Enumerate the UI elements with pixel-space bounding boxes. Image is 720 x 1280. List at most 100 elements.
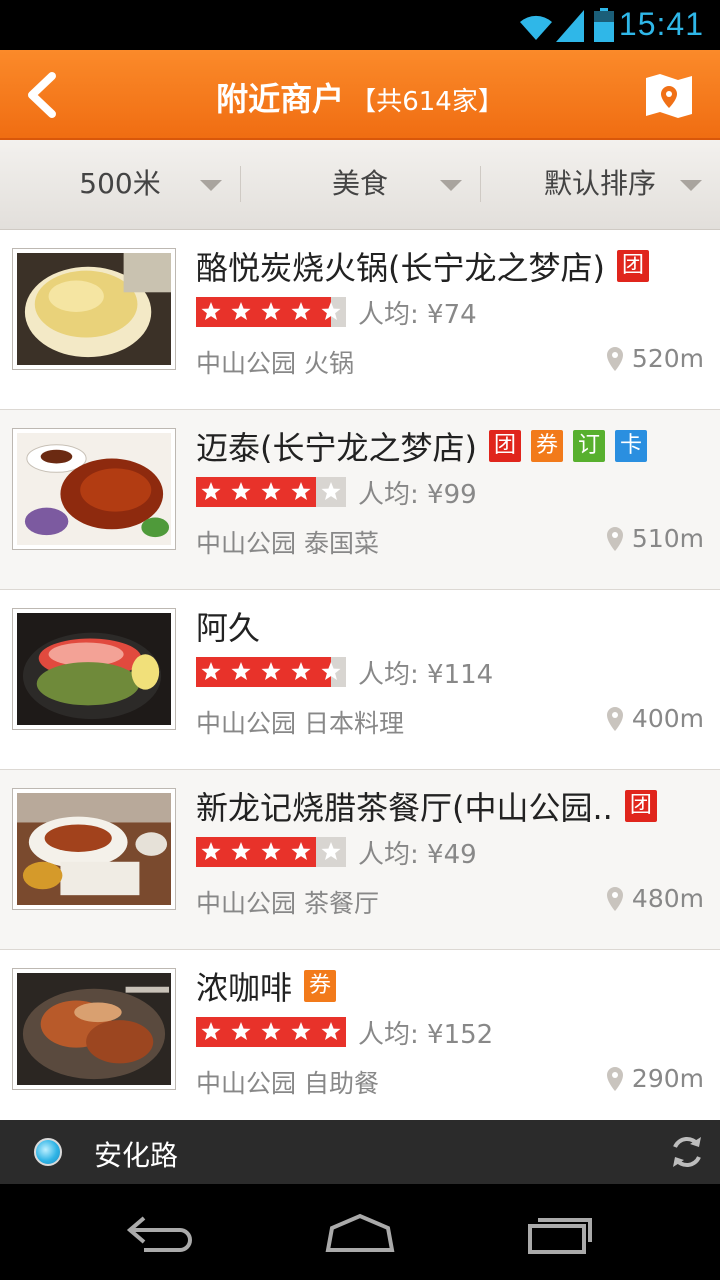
merchant-item[interactable]: 阿久 人均: ¥114 中山公园 日本料理 400m xyxy=(0,590,720,770)
merchant-thumbnail xyxy=(12,968,176,1090)
merchant-item[interactable]: 酪悦炭烧火锅(长宁龙之梦店) 团 人均: ¥74 中山公园 火锅 520m xyxy=(0,230,720,410)
merchant-area-category: 中山公园 火锅 xyxy=(196,349,354,378)
group-buy-badge: 团 xyxy=(616,250,649,282)
merchant-distance-text: 510m xyxy=(631,524,704,553)
filter-sort[interactable]: 默认排序 xyxy=(480,140,720,229)
merchant-name: 阿久 xyxy=(196,609,261,647)
filter-category[interactable]: 美食 xyxy=(240,140,480,229)
star-icon xyxy=(286,1017,316,1047)
rating-stars xyxy=(196,297,346,327)
merchant-distance: 520m xyxy=(606,344,704,373)
star-icon xyxy=(316,1017,346,1047)
rating-stars xyxy=(196,1017,346,1047)
star-icon xyxy=(316,837,346,867)
reservation-badge: 订 xyxy=(572,430,605,462)
star-icon xyxy=(226,297,256,327)
wifi-icon xyxy=(520,15,552,40)
merchant-distance-text: 290m xyxy=(631,1064,704,1093)
food-photo xyxy=(17,253,171,365)
page-title-text: 附近商户 xyxy=(216,80,345,118)
star-icon xyxy=(286,657,316,687)
merchant-name-row: 新龙记烧腊茶餐厅(中山公园.. 团 xyxy=(196,782,706,830)
star-icon xyxy=(196,297,226,327)
current-location-text: 安化路 xyxy=(94,1139,179,1172)
merchant-thumbnail xyxy=(12,788,176,910)
location-pin-icon xyxy=(606,346,623,371)
location-pin-icon xyxy=(606,886,623,911)
star-icon xyxy=(286,477,316,507)
star-icon xyxy=(286,297,316,327)
merchant-name-row: 阿久 xyxy=(196,602,706,650)
dropdown-arrow-icon xyxy=(680,180,702,191)
star-icon xyxy=(226,1017,256,1047)
star-icon xyxy=(256,837,286,867)
filter-distance-label: 500米 xyxy=(79,167,161,200)
average-price: 人均: ¥99 xyxy=(358,480,477,510)
star-icon xyxy=(316,297,346,327)
filter-sort-label: 默认排序 xyxy=(543,167,656,200)
page-title: 附近商户 【共614家】 xyxy=(0,74,720,120)
star-icon xyxy=(226,657,256,687)
merchant-thumbnail xyxy=(12,428,176,550)
star-icon xyxy=(226,837,256,867)
average-price: 人均: ¥114 xyxy=(358,660,494,690)
merchant-area-category: 中山公园 茶餐厅 xyxy=(196,889,379,918)
member-card-badge: 卡 xyxy=(614,430,647,462)
merchant-item[interactable]: 浓咖啡 券 人均: ¥152 中山公园 自助餐 290m xyxy=(0,950,720,1120)
star-icon xyxy=(256,657,286,687)
merchant-thumbnail xyxy=(12,608,176,730)
merchant-distance-text: 480m xyxy=(631,884,704,913)
merchant-name-row: 浓咖啡 券 xyxy=(196,962,706,1010)
star-icon xyxy=(196,657,226,687)
back-nav-icon[interactable] xyxy=(124,1208,196,1256)
merchant-item[interactable]: 迈泰(长宁龙之梦店) 团 券 订 卡 人均: ¥99 中山公园 泰国菜 510m xyxy=(0,410,720,590)
food-photo xyxy=(17,793,171,905)
signal-icon xyxy=(556,10,584,42)
group-buy-badge: 团 xyxy=(624,790,657,822)
merchant-item[interactable]: 新龙记烧腊茶餐厅(中山公园.. 团 人均: ¥49 中山公园 茶餐厅 480m xyxy=(0,770,720,950)
merchant-name: 浓咖啡 xyxy=(196,969,293,1007)
merchant-area-category: 中山公园 日本料理 xyxy=(196,709,404,738)
status-time: 15:41 xyxy=(618,6,704,42)
rating-stars xyxy=(196,477,346,507)
merchant-distance: 480m xyxy=(606,884,704,913)
coupon-badge: 券 xyxy=(530,430,563,462)
star-icon xyxy=(316,657,346,687)
group-buy-badge: 团 xyxy=(488,430,521,462)
merchant-distance: 510m xyxy=(606,524,704,553)
food-photo xyxy=(17,613,171,725)
filter-category-label: 美食 xyxy=(331,167,388,200)
map-pin-icon[interactable] xyxy=(644,72,694,118)
star-icon xyxy=(256,297,286,327)
average-price: 人均: ¥74 xyxy=(358,300,477,330)
refresh-icon[interactable] xyxy=(668,1133,706,1171)
merchant-distance-text: 400m xyxy=(631,704,704,733)
merchant-area-category: 中山公园 泰国菜 xyxy=(196,529,379,558)
filter-bar: 500米 美食 默认排序 xyxy=(0,140,720,230)
star-icon xyxy=(256,477,286,507)
home-nav-icon[interactable] xyxy=(324,1208,396,1256)
status-bar: 15:41 xyxy=(0,0,720,50)
merchant-name: 新龙记烧腊茶餐厅(中山公园.. xyxy=(196,789,613,827)
system-nav-bar xyxy=(0,1184,720,1280)
battery-icon xyxy=(594,8,614,42)
current-location-bar: 安化路 xyxy=(0,1120,720,1184)
star-icon xyxy=(196,477,226,507)
food-photo xyxy=(17,433,171,545)
header-bar: 附近商户 【共614家】 xyxy=(0,50,720,140)
star-icon xyxy=(286,837,316,867)
merchant-distance: 290m xyxy=(606,1064,704,1093)
merchant-distance-text: 520m xyxy=(631,344,704,373)
coupon-badge: 券 xyxy=(304,970,337,1002)
rating-stars xyxy=(196,837,346,867)
location-pin-icon xyxy=(606,1066,623,1091)
dropdown-arrow-icon xyxy=(440,180,462,191)
recents-nav-icon[interactable] xyxy=(524,1208,596,1256)
location-dot-icon xyxy=(34,1138,62,1166)
filter-distance[interactable]: 500米 xyxy=(0,140,240,229)
star-icon xyxy=(226,477,256,507)
average-price: 人均: ¥49 xyxy=(358,840,477,870)
star-icon xyxy=(256,1017,286,1047)
merchant-name-row: 酪悦炭烧火锅(长宁龙之梦店) 团 xyxy=(196,242,706,290)
location-pin-icon xyxy=(606,706,623,731)
